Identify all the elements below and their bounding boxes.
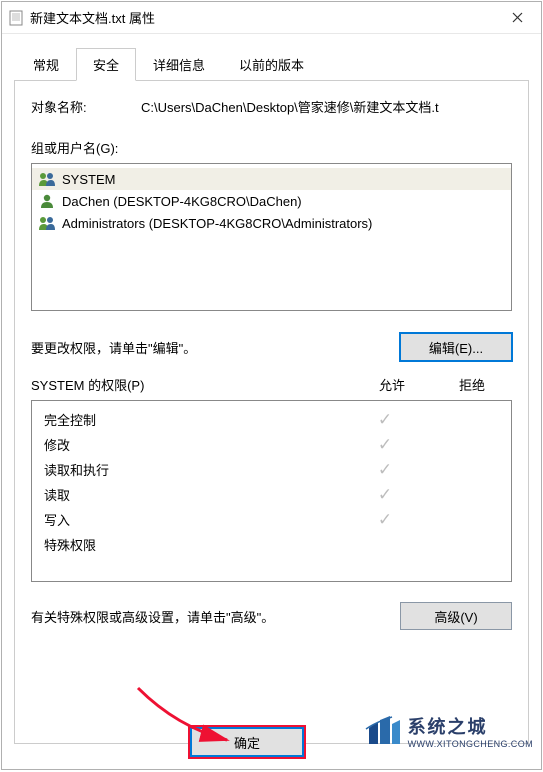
permissions-list: 完全控制 ✓ 修改 ✓ 读取和执行 ✓ 读取 ✓ 写入 ✓ xyxy=(31,400,512,582)
perm-row: 修改 ✓ xyxy=(32,432,511,457)
close-icon xyxy=(512,12,523,23)
object-label: 对象名称: xyxy=(31,97,141,116)
check-icon: ✓ xyxy=(345,411,425,428)
check-icon: ✓ xyxy=(345,486,425,503)
user-name: Administrators (DESKTOP-4KG8CRO\Administ… xyxy=(62,216,372,231)
tab-panel-security: 对象名称: C:\Users\DaChen\Desktop\管家速修\新建文本文… xyxy=(14,80,529,744)
users-group-icon xyxy=(38,170,56,188)
ok-highlight: 确定 xyxy=(188,725,306,759)
watermark-text: 系统之城 WWW.XITONGCHENG.COM xyxy=(408,713,533,749)
permissions-header: SYSTEM 的权限(P) 允许 拒绝 xyxy=(31,375,512,394)
user-name: SYSTEM xyxy=(62,172,115,187)
edit-hint: 要更改权限，请单击"编辑"。 xyxy=(31,338,400,357)
object-row: 对象名称: C:\Users\DaChen\Desktop\管家速修\新建文本文… xyxy=(31,97,512,116)
deny-header: 拒绝 xyxy=(432,375,512,394)
check-icon: ✓ xyxy=(345,436,425,453)
permissions-title: SYSTEM 的权限(P) xyxy=(31,375,352,394)
advanced-row: 有关特殊权限或高级设置，请单击"高级"。 高级(V) xyxy=(31,602,512,630)
watermark: 系统之城 WWW.XITONGCHENG.COM xyxy=(364,713,533,749)
tab-details[interactable]: 详细信息 xyxy=(136,48,222,81)
brand-logo-icon xyxy=(364,714,402,748)
allow-header: 允许 xyxy=(352,375,432,394)
close-button[interactable] xyxy=(495,2,539,34)
tab-general[interactable]: 常规 xyxy=(16,48,76,81)
perm-row: 完全控制 ✓ xyxy=(32,407,511,432)
edit-hint-row: 要更改权限，请单击"编辑"。 编辑(E)... xyxy=(31,333,512,361)
perm-row: 写入 ✓ xyxy=(32,507,511,532)
groups-label: 组或用户名(G): xyxy=(31,138,512,157)
file-icon xyxy=(8,10,24,26)
advanced-hint: 有关特殊权限或高级设置，请单击"高级"。 xyxy=(31,607,400,626)
list-item[interactable]: DaChen (DESKTOP-4KG8CRO\DaChen) xyxy=(32,190,511,212)
tab-security[interactable]: 安全 xyxy=(76,48,136,81)
check-icon: ✓ xyxy=(345,511,425,528)
edit-button[interactable]: 编辑(E)... xyxy=(400,333,512,361)
brand-url: WWW.XITONGCHENG.COM xyxy=(408,739,533,749)
perm-row: 读取和执行 ✓ xyxy=(32,457,511,482)
list-item[interactable]: Administrators (DESKTOP-4KG8CRO\Administ… xyxy=(32,212,511,234)
perm-row: 特殊权限 xyxy=(32,532,511,557)
perm-name: 读取和执行 xyxy=(44,460,345,479)
user-list[interactable]: SYSTEM DaChen (DESKTOP-4KG8CRO\DaChen) A… xyxy=(31,163,512,311)
ok-button[interactable]: 确定 xyxy=(191,728,303,756)
brand-name: 系统之城 xyxy=(408,713,533,739)
perm-name: 完全控制 xyxy=(44,410,345,429)
tabs: 常规 安全 详细信息 以前的版本 xyxy=(2,34,541,81)
window-title: 新建文本文档.txt 属性 xyxy=(30,8,495,27)
properties-window: 新建文本文档.txt 属性 常规 安全 详细信息 以前的版本 对象名称: C:\… xyxy=(1,1,542,770)
perm-row: 读取 ✓ xyxy=(32,482,511,507)
advanced-button[interactable]: 高级(V) xyxy=(400,602,512,630)
object-path: C:\Users\DaChen\Desktop\管家速修\新建文本文档.t xyxy=(141,97,512,116)
check-icon: ✓ xyxy=(345,461,425,478)
perm-name: 修改 xyxy=(44,435,345,454)
user-name: DaChen (DESKTOP-4KG8CRO\DaChen) xyxy=(62,194,302,209)
titlebar: 新建文本文档.txt 属性 xyxy=(2,2,541,34)
perm-name: 写入 xyxy=(44,510,345,529)
tab-previous[interactable]: 以前的版本 xyxy=(222,48,321,81)
users-group-icon xyxy=(38,214,56,232)
perm-name: 读取 xyxy=(44,485,345,504)
perm-name: 特殊权限 xyxy=(44,535,345,554)
list-item[interactable]: SYSTEM xyxy=(32,168,511,190)
user-icon xyxy=(38,192,56,210)
